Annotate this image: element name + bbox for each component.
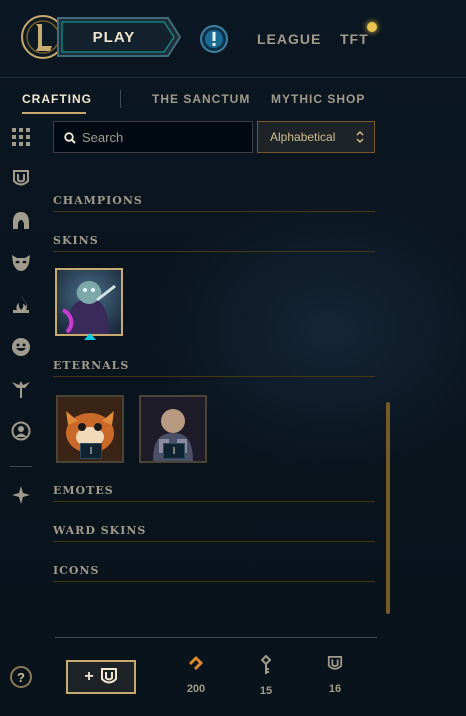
currency-keys: 15 xyxy=(246,654,286,697)
search-input[interactable] xyxy=(82,122,250,152)
summoner-icon-icon[interactable] xyxy=(10,420,32,442)
active-tab-underline xyxy=(22,112,86,114)
currency-chests: 16 xyxy=(315,655,355,695)
chest-icon xyxy=(100,668,117,684)
champion-helmet-icon[interactable] xyxy=(10,210,32,232)
category-ward-skins[interactable]: WARD SKINS xyxy=(53,524,375,542)
category-icons[interactable]: ICONS xyxy=(53,564,375,582)
emote-face-icon[interactable] xyxy=(10,336,32,358)
skin-tile[interactable] xyxy=(55,268,123,336)
other-icon[interactable] xyxy=(10,484,32,506)
key-icon xyxy=(260,654,272,674)
play-label: PLAY xyxy=(92,28,136,46)
nav-tft[interactable]: TFT xyxy=(340,31,369,47)
add-label: + xyxy=(84,668,94,685)
eternal-badge: I xyxy=(80,443,102,459)
tab-crafting[interactable]: CRAFTING xyxy=(22,92,92,106)
ward-icon[interactable] xyxy=(10,378,32,400)
footer-divider xyxy=(55,637,377,638)
eternal-tile[interactable]: I xyxy=(139,395,207,463)
help-button[interactable]: ? xyxy=(10,666,32,688)
tab-divider xyxy=(120,90,121,108)
category-eternals[interactable]: ETERNALS xyxy=(53,359,375,377)
search-field[interactable] xyxy=(53,121,253,153)
alert-icon[interactable] xyxy=(199,24,229,54)
eternals-flame-icon[interactable] xyxy=(10,294,32,316)
chest-icon xyxy=(327,656,343,670)
chest-icon[interactable] xyxy=(10,168,32,190)
skin-portrait xyxy=(57,270,121,334)
chest-value: 16 xyxy=(328,683,342,695)
add-chest-button[interactable]: + xyxy=(66,660,136,694)
play-button[interactable]: PLAY xyxy=(56,16,184,58)
skin-mask-icon[interactable] xyxy=(10,252,32,274)
category-skins[interactable]: SKINS xyxy=(53,234,375,252)
category-emotes[interactable]: EMOTES xyxy=(53,484,375,502)
orange-essence-icon xyxy=(189,656,203,670)
scrollbar-thumb[interactable] xyxy=(386,402,390,614)
top-bar: PLAY LEAGUE TFT xyxy=(0,0,466,78)
currency-orange-essence: 200 xyxy=(176,655,216,695)
background xyxy=(0,0,466,716)
selected-marker xyxy=(84,333,96,340)
eternal-badge: I xyxy=(163,443,185,459)
nav-league[interactable]: LEAGUE xyxy=(257,31,321,47)
chevron-up-down-icon xyxy=(356,130,364,144)
tab-the-sanctum[interactable]: THE SANCTUM xyxy=(152,92,250,106)
key-value: 15 xyxy=(259,685,273,697)
eternal-tile[interactable]: I xyxy=(56,395,124,463)
sort-selected-label: Alphabetical xyxy=(270,130,336,144)
sort-dropdown[interactable]: Alphabetical xyxy=(257,121,375,153)
sidebar-divider xyxy=(10,466,32,467)
orange-essence-value: 200 xyxy=(186,683,206,695)
notification-dot xyxy=(367,22,377,32)
grid-icon[interactable] xyxy=(10,126,32,148)
search-icon xyxy=(64,132,76,144)
category-champions[interactable]: CHAMPIONS xyxy=(53,194,375,212)
tab-mythic-shop[interactable]: MYTHIC SHOP xyxy=(271,92,365,106)
